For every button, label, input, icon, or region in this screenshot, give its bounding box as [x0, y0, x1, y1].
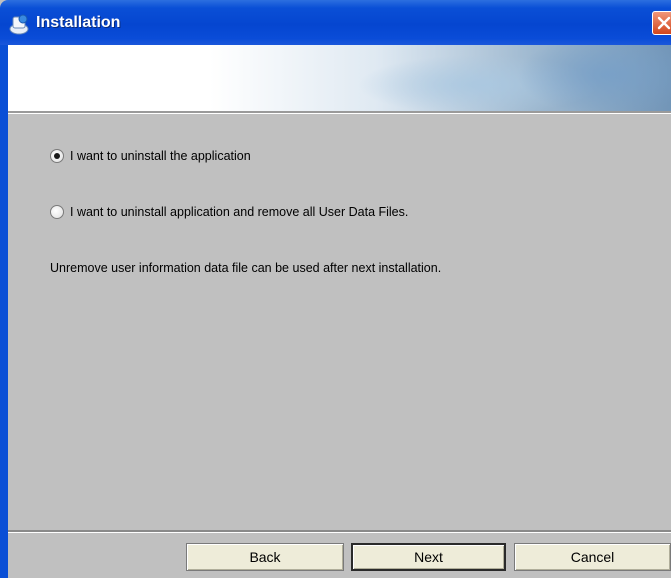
option-label: I want to uninstall application and remo… — [70, 205, 409, 219]
installation-window: Installation I want to uninstall the app… — [0, 0, 671, 578]
window-title: Installation — [36, 14, 121, 31]
option-label: I want to uninstall the application — [70, 149, 251, 163]
info-message: Unremove user information data file can … — [50, 261, 442, 275]
dialog-content: I want to uninstall the application I wa… — [8, 114, 671, 530]
window-frame-left — [0, 45, 8, 578]
close-button[interactable] — [652, 11, 671, 35]
close-icon — [657, 16, 671, 30]
header-banner-image — [0, 45, 671, 111]
cancel-button[interactable]: Cancel — [514, 543, 671, 571]
back-button[interactable]: Back — [186, 543, 344, 571]
next-button[interactable]: Next — [351, 543, 506, 571]
radio-uninstall-app[interactable] — [50, 149, 64, 163]
radio-selected-dot — [54, 153, 60, 159]
title-bar[interactable]: Installation — [0, 0, 671, 45]
installer-icon — [9, 14, 29, 35]
radio-uninstall-and-remove-data[interactable] — [50, 205, 64, 219]
